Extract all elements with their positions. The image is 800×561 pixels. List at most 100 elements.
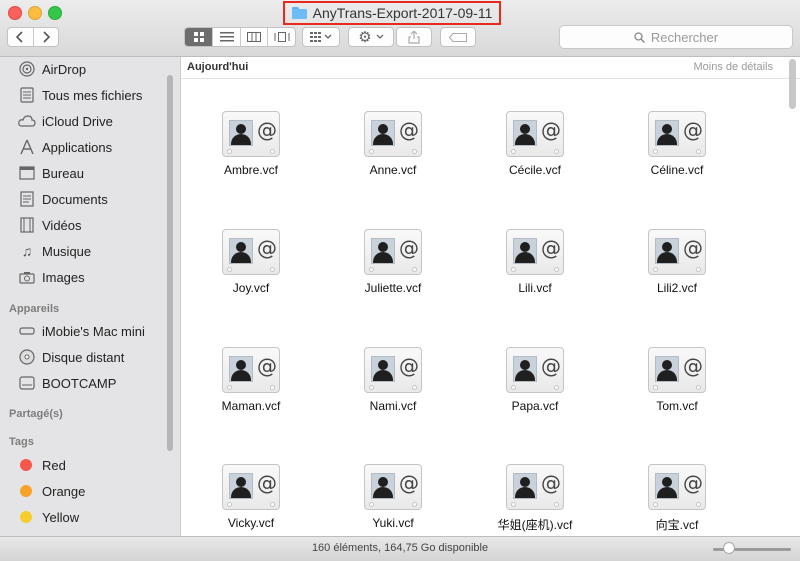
sidebar-tag-yellow[interactable]: Yellow: [18, 506, 79, 528]
forward-button[interactable]: [32, 28, 59, 46]
desktop-icon: [18, 164, 36, 182]
share-button[interactable]: [396, 27, 432, 47]
zoom-window-button[interactable]: [48, 6, 62, 20]
sidebar-item-mac-mini[interactable]: iMobie's Mac mini: [18, 320, 145, 342]
file-item[interactable]: @ Anne.vcf: [333, 111, 453, 201]
file-name: Yuki.vcf: [372, 516, 414, 530]
airdrop-icon: [18, 60, 36, 78]
sidebar-item-label: Orange: [42, 483, 86, 499]
sidebar-item-label: Applications: [42, 139, 113, 155]
sidebar: AirDrop Tous mes fichiers iCloud Drive A…: [0, 57, 181, 536]
vcard-icon: @: [222, 111, 280, 157]
music-icon: ♫: [21, 243, 33, 259]
edit-tags-button[interactable]: [440, 27, 476, 47]
file-name: Lili2.vcf: [656, 281, 697, 295]
file-item[interactable]: @ Lili2.vcf: [617, 229, 737, 319]
cover-flow-button[interactable]: [267, 28, 295, 46]
sidebar-item-desktop[interactable]: Bureau: [18, 162, 84, 184]
sidebar-item-label: Documents: [42, 191, 108, 207]
mac-mini-icon: [18, 322, 36, 340]
search-placeholder: Rechercher: [650, 29, 719, 45]
list-view-button[interactable]: [212, 28, 240, 46]
vcard-icon: @: [364, 111, 422, 157]
columns-icon: [247, 32, 262, 42]
search-field[interactable]: Rechercher: [559, 25, 793, 49]
sidebar-item-label: Musique: [42, 243, 92, 259]
section-title: Aujourd'hui: [187, 61, 249, 73]
file-name: Vicky.vcf: [227, 516, 275, 530]
sidebar-item-remote-disc[interactable]: Disque distant: [18, 346, 124, 368]
close-window-button[interactable]: [8, 6, 22, 20]
sidebar-scrollbar[interactable]: [167, 75, 173, 451]
file-item[interactable]: @ Yuki.vcf: [333, 464, 453, 536]
icon-size-slider-thumb[interactable]: [722, 542, 735, 554]
cloud-icon: [18, 112, 36, 130]
file-item[interactable]: @ Maman.vcf: [191, 347, 311, 437]
file-item[interactable]: @ Nami.vcf: [333, 347, 453, 437]
film-icon: [18, 216, 36, 234]
sidebar-item-label: iCloud Drive: [42, 113, 113, 129]
file-name: 华姐(座机).vcf: [497, 518, 573, 532]
camera-icon: [18, 268, 36, 286]
search-icon: [634, 31, 645, 43]
vcard-icon: @: [648, 111, 706, 157]
file-item[interactable]: @ Papa.vcf: [475, 347, 595, 437]
sidebar-item-label: Tous mes fichiers: [42, 87, 143, 103]
vcard-icon: @: [506, 464, 564, 510]
file-item[interactable]: @ Joy.vcf: [191, 229, 311, 319]
devices-header: Appareils: [9, 303, 60, 315]
minimize-window-button[interactable]: [28, 6, 42, 20]
sidebar-item-label: BOOTCAMP: [42, 375, 117, 391]
sidebar-item-music[interactable]: ♫ Musique: [18, 240, 91, 262]
icon-view-button[interactable]: [185, 28, 213, 46]
orange-tag-dot-icon: [20, 485, 32, 497]
file-item[interactable]: @ Céline.vcf: [617, 111, 737, 201]
share-icon: [408, 30, 420, 44]
grid-icon: [193, 32, 204, 42]
cover-flow-icon: [274, 32, 290, 42]
file-item[interactable]: @ Juliette.vcf: [333, 229, 453, 319]
list-icon: [219, 32, 234, 42]
content-scrollbar[interactable]: [789, 59, 796, 109]
file-name: Juliette.vcf: [364, 281, 422, 295]
file-name: Papa.vcf: [511, 399, 559, 413]
sidebar-item-airdrop[interactable]: AirDrop: [18, 58, 86, 80]
file-name: Ambre.vcf: [223, 163, 278, 177]
sidebar-item-label: Red: [42, 457, 66, 473]
file-item[interactable]: @ 华姐(座机).vcf: [475, 464, 595, 536]
file-name: Tom.vcf: [656, 399, 698, 413]
chevron-down-icon: [376, 34, 384, 39]
sidebar-item-all-files[interactable]: Tous mes fichiers: [18, 84, 142, 106]
vcard-icon: @: [506, 229, 564, 275]
folder-icon: [291, 7, 307, 19]
file-item[interactable]: @ Lili.vcf: [475, 229, 595, 319]
file-item[interactable]: @ 向宝.vcf: [617, 464, 737, 536]
action-button[interactable]: ⚙: [348, 27, 394, 47]
sidebar-item-documents[interactable]: Documents: [18, 188, 108, 210]
arrange-grid-icon: [310, 32, 332, 42]
file-item[interactable]: @ Tom.vcf: [617, 347, 737, 437]
file-name: Céline.vcf: [650, 163, 704, 177]
file-name: 向宝.vcf: [655, 518, 699, 532]
drive-icon: [18, 374, 36, 392]
sidebar-item-images[interactable]: Images: [18, 266, 85, 288]
arrange-button[interactable]: [302, 27, 340, 47]
sidebar-item-icloud-drive[interactable]: iCloud Drive: [18, 110, 113, 132]
file-item[interactable]: @ Ambre.vcf: [191, 111, 311, 201]
tags-header: Tags: [9, 436, 34, 448]
sidebar-item-videos[interactable]: Vidéos: [18, 214, 82, 236]
file-name: Lili.vcf: [518, 281, 552, 295]
chevron-left-icon: [16, 31, 23, 43]
file-item[interactable]: @ Vicky.vcf: [191, 464, 311, 536]
less-details-link[interactable]: Moins de détails: [694, 61, 774, 73]
sidebar-tag-red[interactable]: Red: [18, 454, 66, 476]
sidebar-item-bootcamp[interactable]: BOOTCAMP: [18, 372, 116, 394]
back-button[interactable]: [8, 28, 33, 46]
column-view-button[interactable]: [239, 28, 268, 46]
file-item[interactable]: @ Cécile.vcf: [475, 111, 595, 201]
sidebar-tag-orange[interactable]: Orange: [18, 480, 85, 502]
vcard-icon: @: [506, 347, 564, 393]
file-name: Cécile.vcf: [508, 163, 561, 177]
sidebar-item-applications[interactable]: Applications: [18, 136, 112, 158]
view-mode-control: [184, 27, 296, 47]
